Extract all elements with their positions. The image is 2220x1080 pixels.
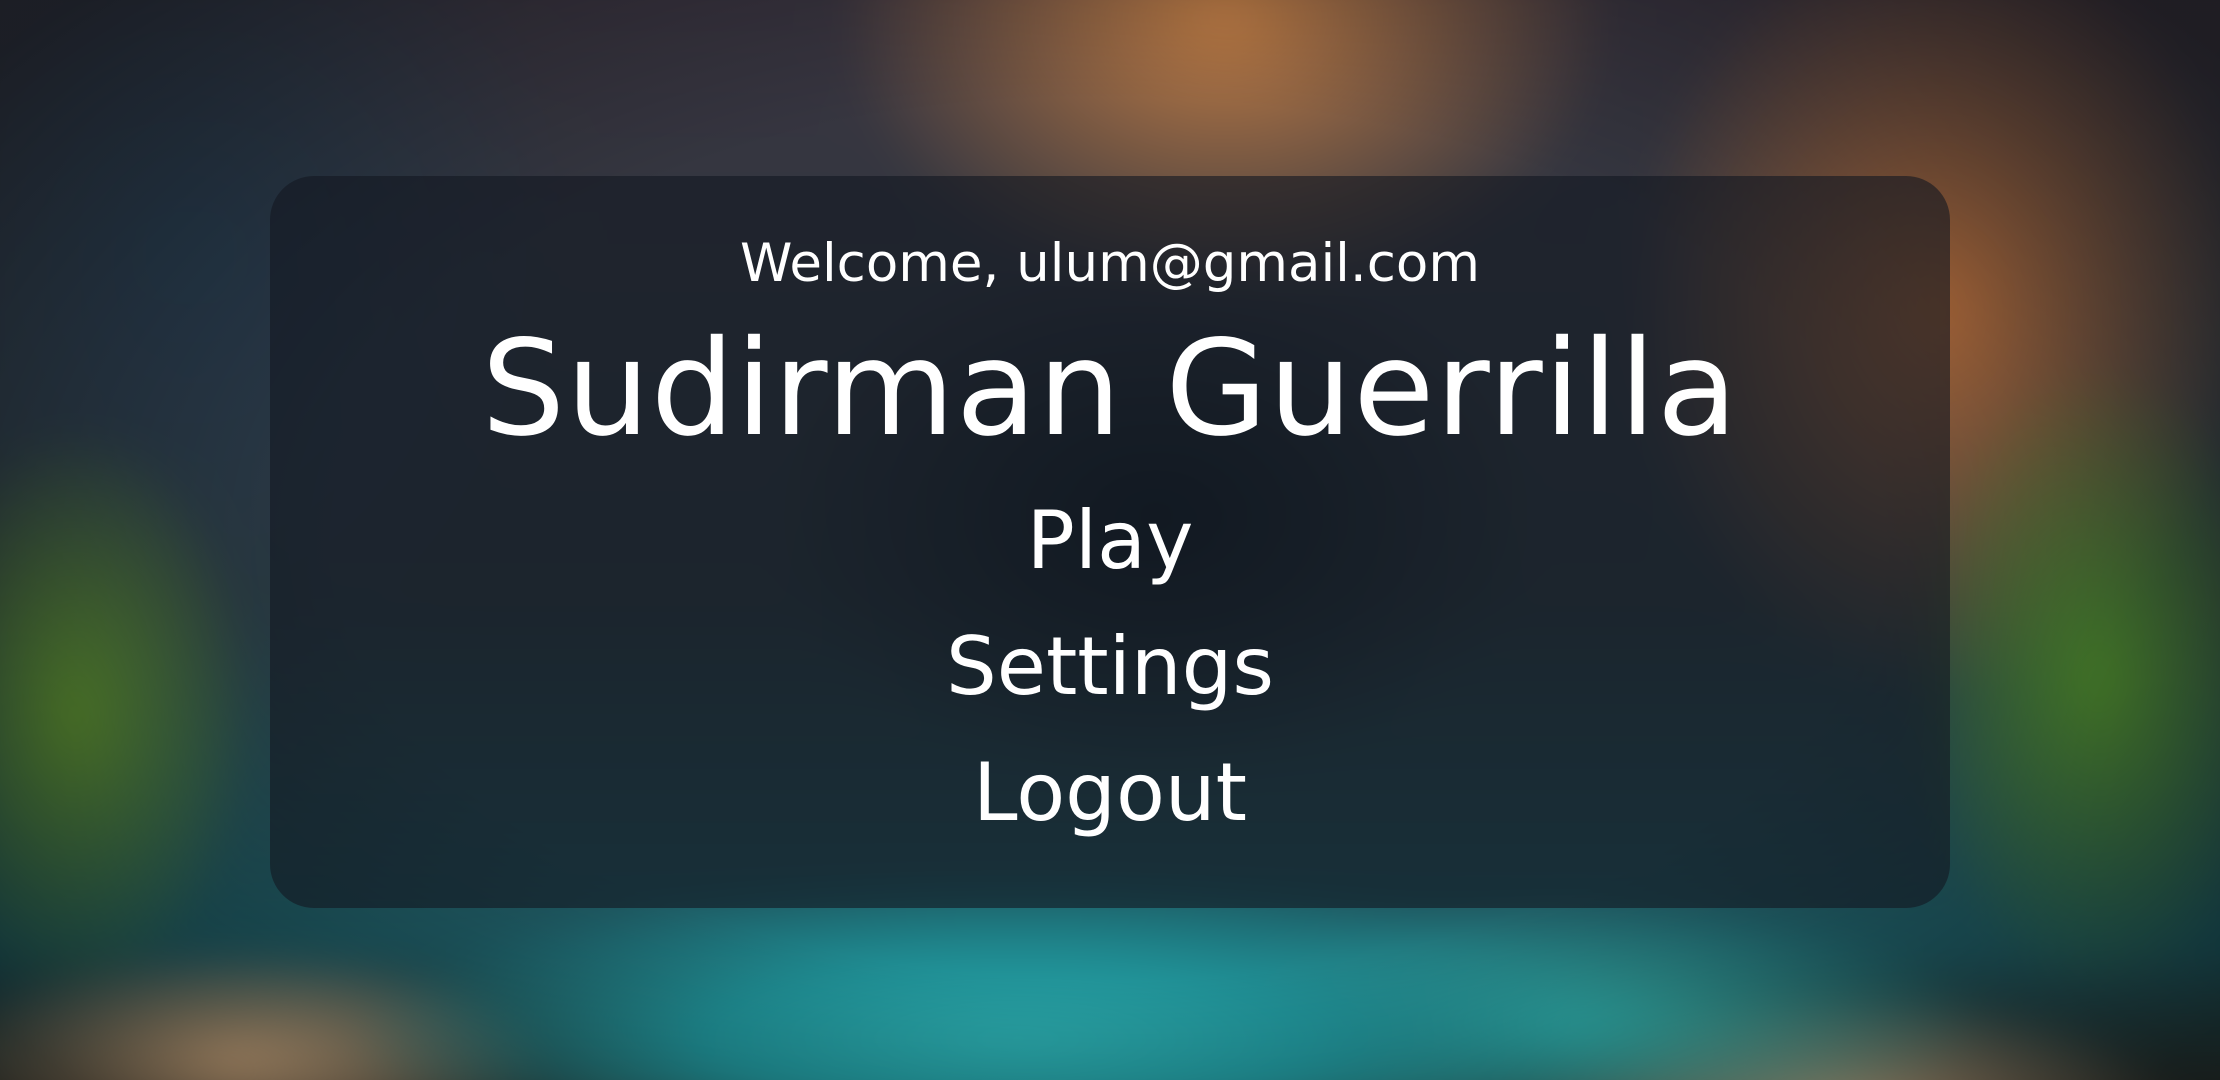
play-button[interactable]: Play (1027, 478, 1194, 604)
logout-button[interactable]: Logout (973, 730, 1247, 856)
main-menu-screen: Welcome, ulum@gmail.com Sudirman Guerril… (0, 0, 2220, 1080)
game-title: Sudirman Guerrilla (481, 312, 1739, 466)
settings-button[interactable]: Settings (946, 604, 1274, 730)
welcome-message: Welcome, ulum@gmail.com (740, 233, 1480, 294)
main-menu: Play Settings Logout (946, 478, 1274, 856)
main-menu-panel: Welcome, ulum@gmail.com Sudirman Guerril… (270, 176, 1950, 908)
